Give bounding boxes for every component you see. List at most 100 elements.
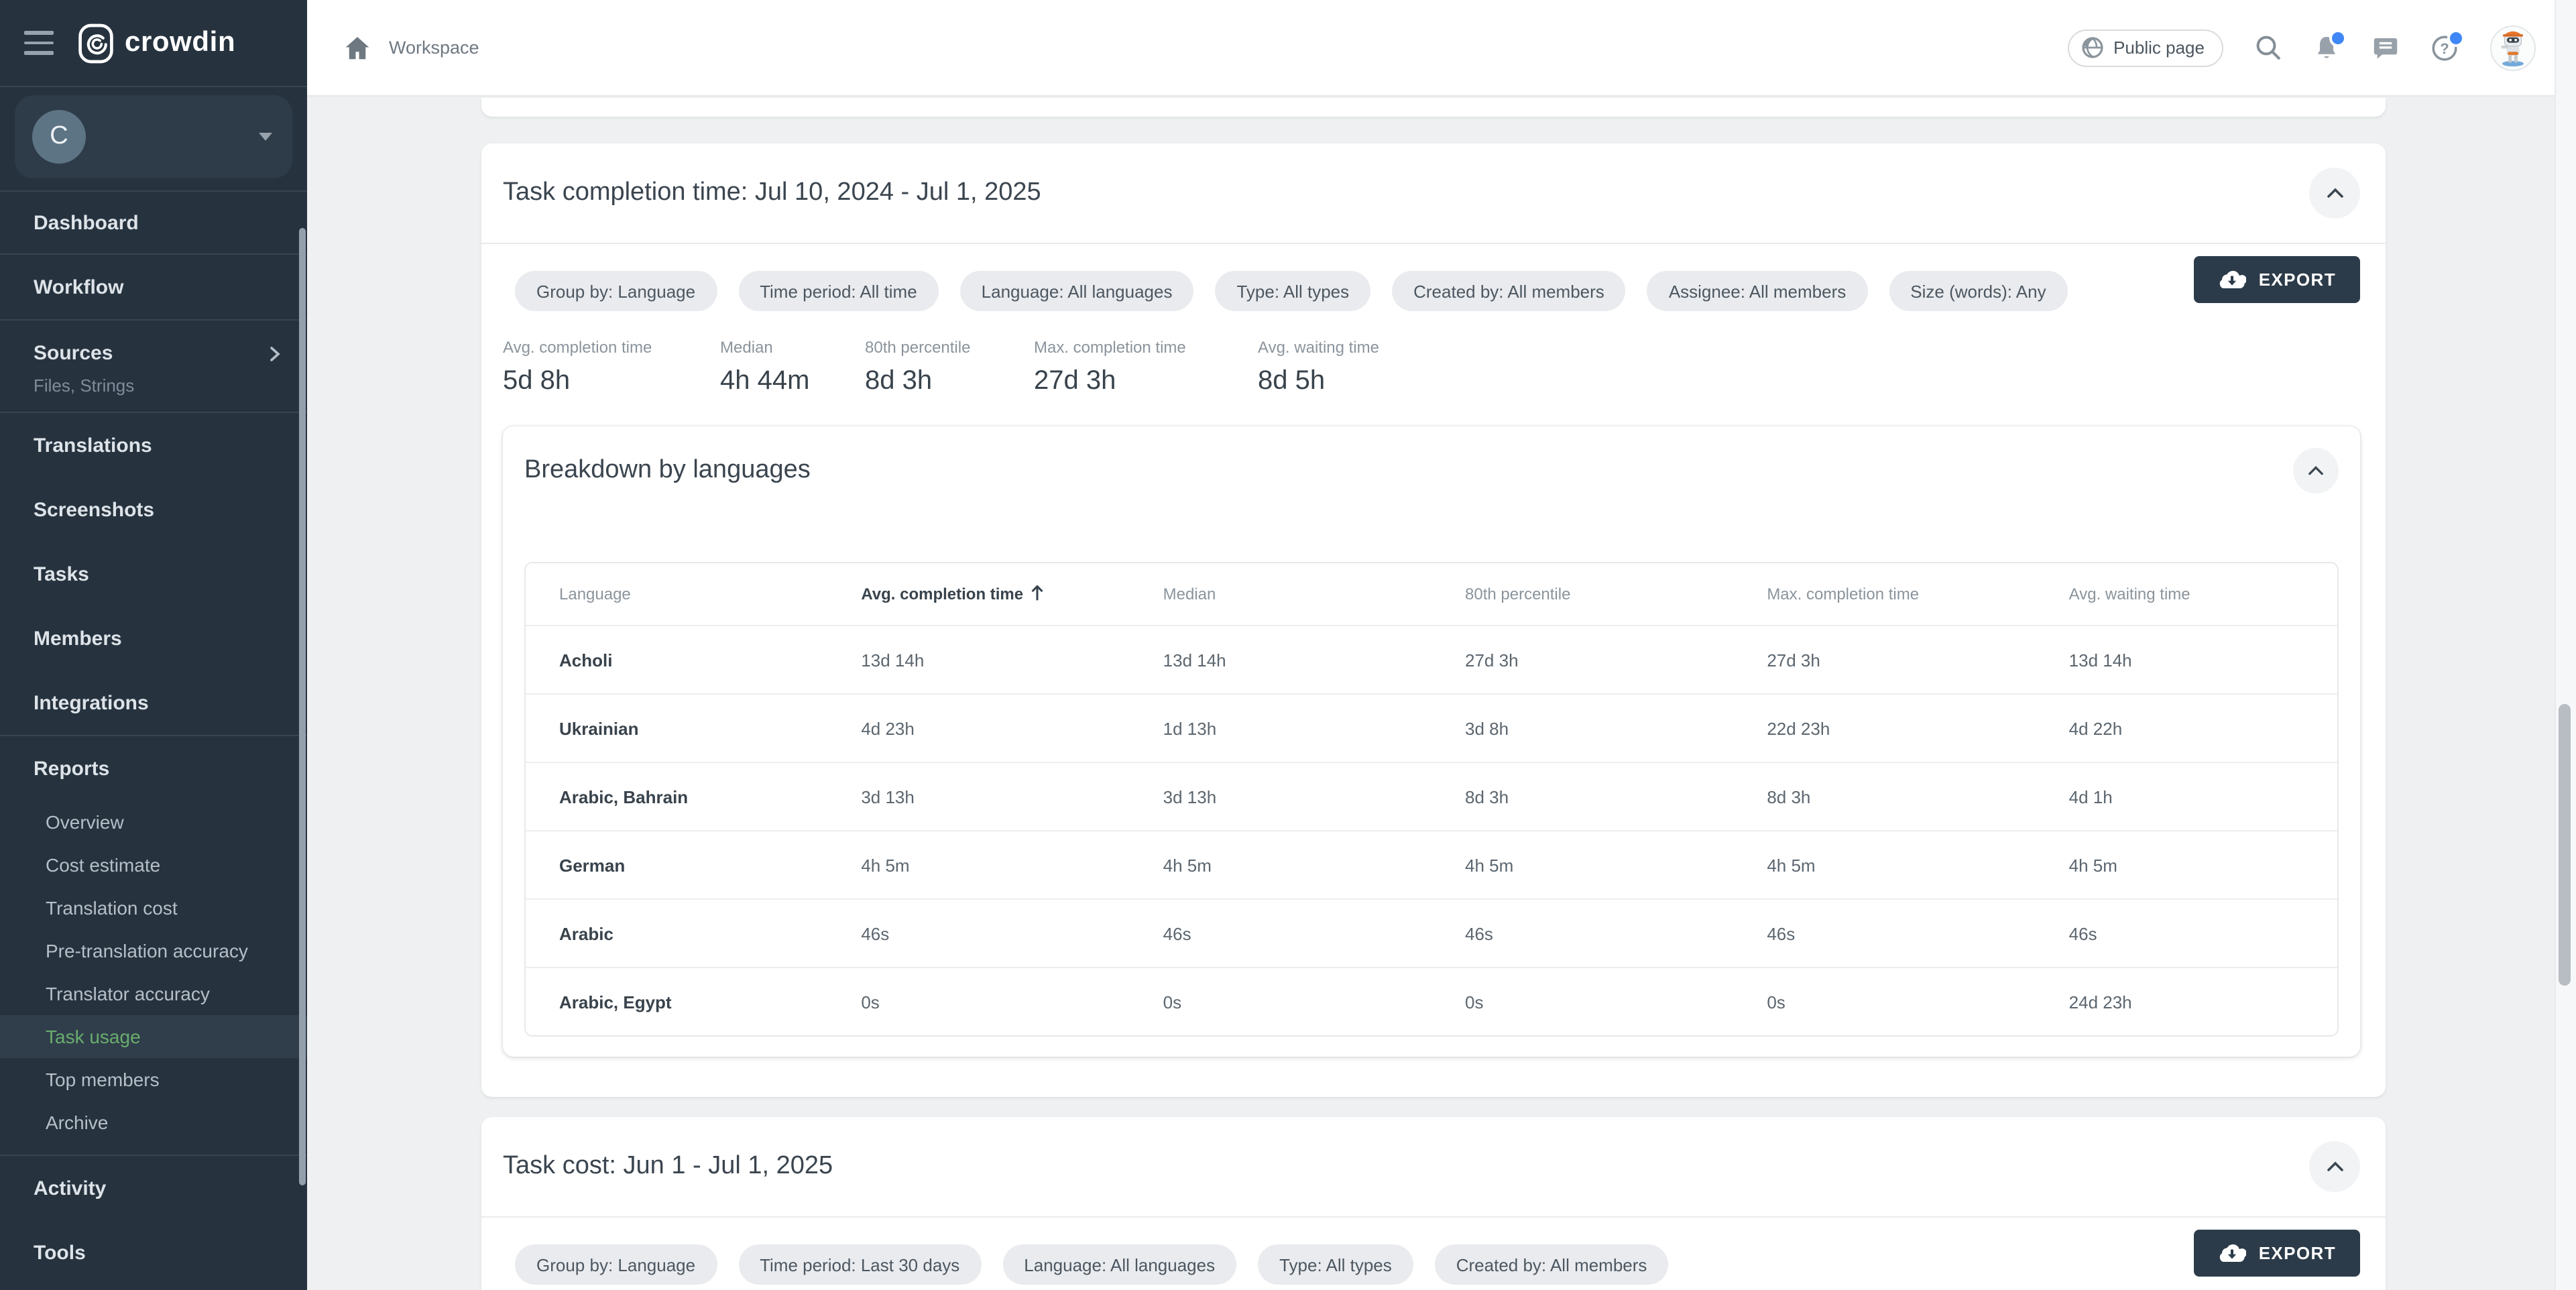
section-header: Task completion time: Jul 10, 2024 - Jul… (481, 143, 2386, 244)
filter-chip-type[interactable]: Type: All types (1215, 271, 1370, 311)
cell-value: 46s (2036, 923, 2337, 943)
column-header-median[interactable]: Median (1130, 583, 1431, 605)
filter-chip-language[interactable]: Language: All languages (1002, 1244, 1236, 1285)
stat-median: Median4h 44m (720, 338, 865, 397)
sidebar-item-translator-accuracy[interactable]: Translator accuracy (0, 972, 307, 1015)
sidebar-item-pre-translation-accuracy[interactable]: Pre-translation accuracy (0, 929, 307, 972)
sidebar-item-cost-estimate[interactable]: Cost estimate (0, 843, 307, 886)
column-header-avg-completion-time[interactable]: Avg. completion time (827, 583, 1129, 605)
user-avatar[interactable] (2490, 25, 2536, 70)
filter-chip-group-by[interactable]: Group by: Language (515, 271, 717, 311)
filter-chip-group-by[interactable]: Group by: Language (515, 1244, 717, 1285)
topbar-actions: Public page (2068, 25, 2536, 70)
crowdin-logo[interactable]: crowdin (78, 22, 235, 64)
sidebar-item-workflow[interactable]: Workflow (0, 255, 307, 319)
sidebar-item-activity[interactable]: Activity (0, 1156, 307, 1220)
sort-ascending-icon (1031, 584, 1043, 604)
collapse-breakdown-button[interactable] (2293, 448, 2339, 493)
sidebar-item-translation-cost[interactable]: Translation cost (0, 886, 307, 929)
sidebar-item-archive[interactable]: Archive (0, 1101, 307, 1144)
help-button[interactable]: ? (2431, 34, 2458, 61)
cell-language: Arabic, Egypt (526, 992, 827, 1012)
sidebar-item-sources[interactable]: SourcesFiles, Strings (0, 320, 307, 412)
table-row: Acholi13d 14h13d 14h27d 3h27d 3h13d 14h (526, 625, 2337, 693)
cell-value: 46s (1130, 923, 1431, 943)
breadcrumb-workspace-link[interactable]: Workspace (389, 38, 479, 58)
filter-chips-row: Group by: Language Time period: All time L… (515, 271, 2068, 311)
sidebar-nav: DashboardWorkflowSourcesFiles, StringsTr… (0, 192, 307, 1285)
filter-chip-assignee[interactable]: Assignee: All members (1647, 271, 1867, 311)
robot-avatar (2492, 25, 2534, 70)
sidebar-item-label: Sources (0, 334, 307, 371)
filter-chip-type[interactable]: Type: All types (1258, 1244, 1413, 1285)
collapse-section-button[interactable] (2309, 1141, 2360, 1192)
sidebar-item-members[interactable]: Members (0, 606, 307, 670)
stats-row: Avg. completion time5d 8hMedian4h 44m80t… (503, 338, 2360, 397)
cell-value: 4h 5m (1733, 855, 2035, 875)
search-button[interactable] (2256, 35, 2281, 60)
page-scrollbar-track (2555, 0, 2576, 1290)
filter-chip-created-by[interactable]: Created by: All members (1435, 1244, 1669, 1285)
sidebar-item-overview[interactable]: Overview (0, 801, 307, 843)
workspace-switcher[interactable]: C (15, 95, 292, 178)
stat-avg-completion-time: Avg. completion time5d 8h (503, 338, 720, 397)
breakdown-by-languages-card: Breakdown by languages LanguageAvg. comp… (503, 426, 2360, 1057)
export-label: EXPORT (2259, 270, 2336, 290)
filter-chip-created-by[interactable]: Created by: All members (1392, 271, 1626, 311)
sidebar-item-screenshots[interactable]: Screenshots (0, 477, 307, 542)
sidebar-item-translations[interactable]: Translations (0, 413, 307, 477)
filter-chip-time-period[interactable]: Time period: Last 30 days (738, 1244, 981, 1285)
cell-value: 13d 14h (2036, 650, 2337, 670)
sidebar-item-top-members[interactable]: Top members (0, 1058, 307, 1101)
cell-value: 22d 23h (1733, 718, 2035, 738)
cloud-download-icon (2219, 270, 2247, 290)
sidebar-item-integrations[interactable]: Integrations (0, 670, 307, 735)
page-scrollbar[interactable] (2559, 704, 2571, 986)
messages-button[interactable] (2372, 34, 2399, 61)
brand-name: crowdin (125, 27, 235, 59)
export-label: EXPORT (2259, 1243, 2336, 1263)
filter-chip-time-period[interactable]: Time period: All time (738, 271, 939, 311)
sidebar-group: ReportsOverviewCost estimateTranslation … (0, 736, 307, 1156)
sidebar-item-dashboard[interactable]: Dashboard (0, 192, 307, 253)
section-title: Task cost: Jun 1 - Jul 1, 2025 (503, 1152, 833, 1181)
collapse-section-button[interactable] (2309, 168, 2360, 219)
column-header-80th-percentile[interactable]: 80th percentile (1431, 583, 1733, 605)
sidebar-item-tools[interactable]: Tools (0, 1220, 307, 1285)
cell-language: Arabic (526, 923, 827, 943)
cell-value: 24d 23h (2036, 992, 2337, 1012)
cell-value: 46s (1431, 923, 1733, 943)
export-button[interactable]: EXPORT (2194, 1230, 2360, 1277)
column-header-language[interactable]: Language (526, 583, 827, 605)
cell-value: 4h 5m (1130, 855, 1431, 875)
sidebar-scrollbar[interactable] (299, 228, 306, 1185)
public-page-button[interactable]: Public page (2068, 29, 2223, 66)
home-icon (345, 36, 370, 60)
filter-chip-size-words[interactable]: Size (words): Any (1889, 271, 2067, 311)
sidebar-logo-bar: crowdin (0, 0, 307, 87)
hamburger-menu-button[interactable] (21, 26, 56, 60)
cell-value: 4h 5m (827, 855, 1129, 875)
section-header: Task cost: Jun 1 - Jul 1, 2025 (481, 1117, 2386, 1218)
home-breadcrumb-button[interactable] (345, 36, 370, 60)
filter-chips-row: Group by: Language Time period: Last 30 d… (515, 1244, 1668, 1285)
chevron-up-icon (2326, 1161, 2343, 1172)
export-button[interactable]: EXPORT (2194, 256, 2360, 303)
stat-value: 27d 3h (1034, 366, 1258, 397)
cell-value: 4h 5m (1431, 855, 1733, 875)
sidebar-item-reports[interactable]: Reports (0, 736, 307, 801)
task-cost-section: Task cost: Jun 1 - Jul 1, 2025 Group by:… (481, 1117, 2386, 1290)
filter-chip-language[interactable]: Language: All languages (960, 271, 1194, 311)
cell-language: Ukrainian (526, 718, 827, 738)
help-notification-dot (2447, 29, 2465, 46)
notifications-button[interactable] (2313, 34, 2340, 61)
column-header-avg-waiting-time[interactable]: Avg. waiting time (2036, 583, 2337, 605)
caret-down-icon (259, 133, 272, 141)
cell-value: 8d 3h (1733, 786, 2035, 807)
stat-value: 8d 3h (865, 366, 1034, 397)
sidebar-item-task-usage[interactable]: Task usage (0, 1015, 307, 1058)
sidebar-item-tasks[interactable]: Tasks (0, 542, 307, 606)
table-row: Ukrainian4d 23h1d 13h3d 8h22d 23h4d 22h (526, 693, 2337, 762)
column-header-max-completion-time[interactable]: Max. completion time (1733, 583, 2035, 605)
stat-label: Median (720, 338, 865, 357)
